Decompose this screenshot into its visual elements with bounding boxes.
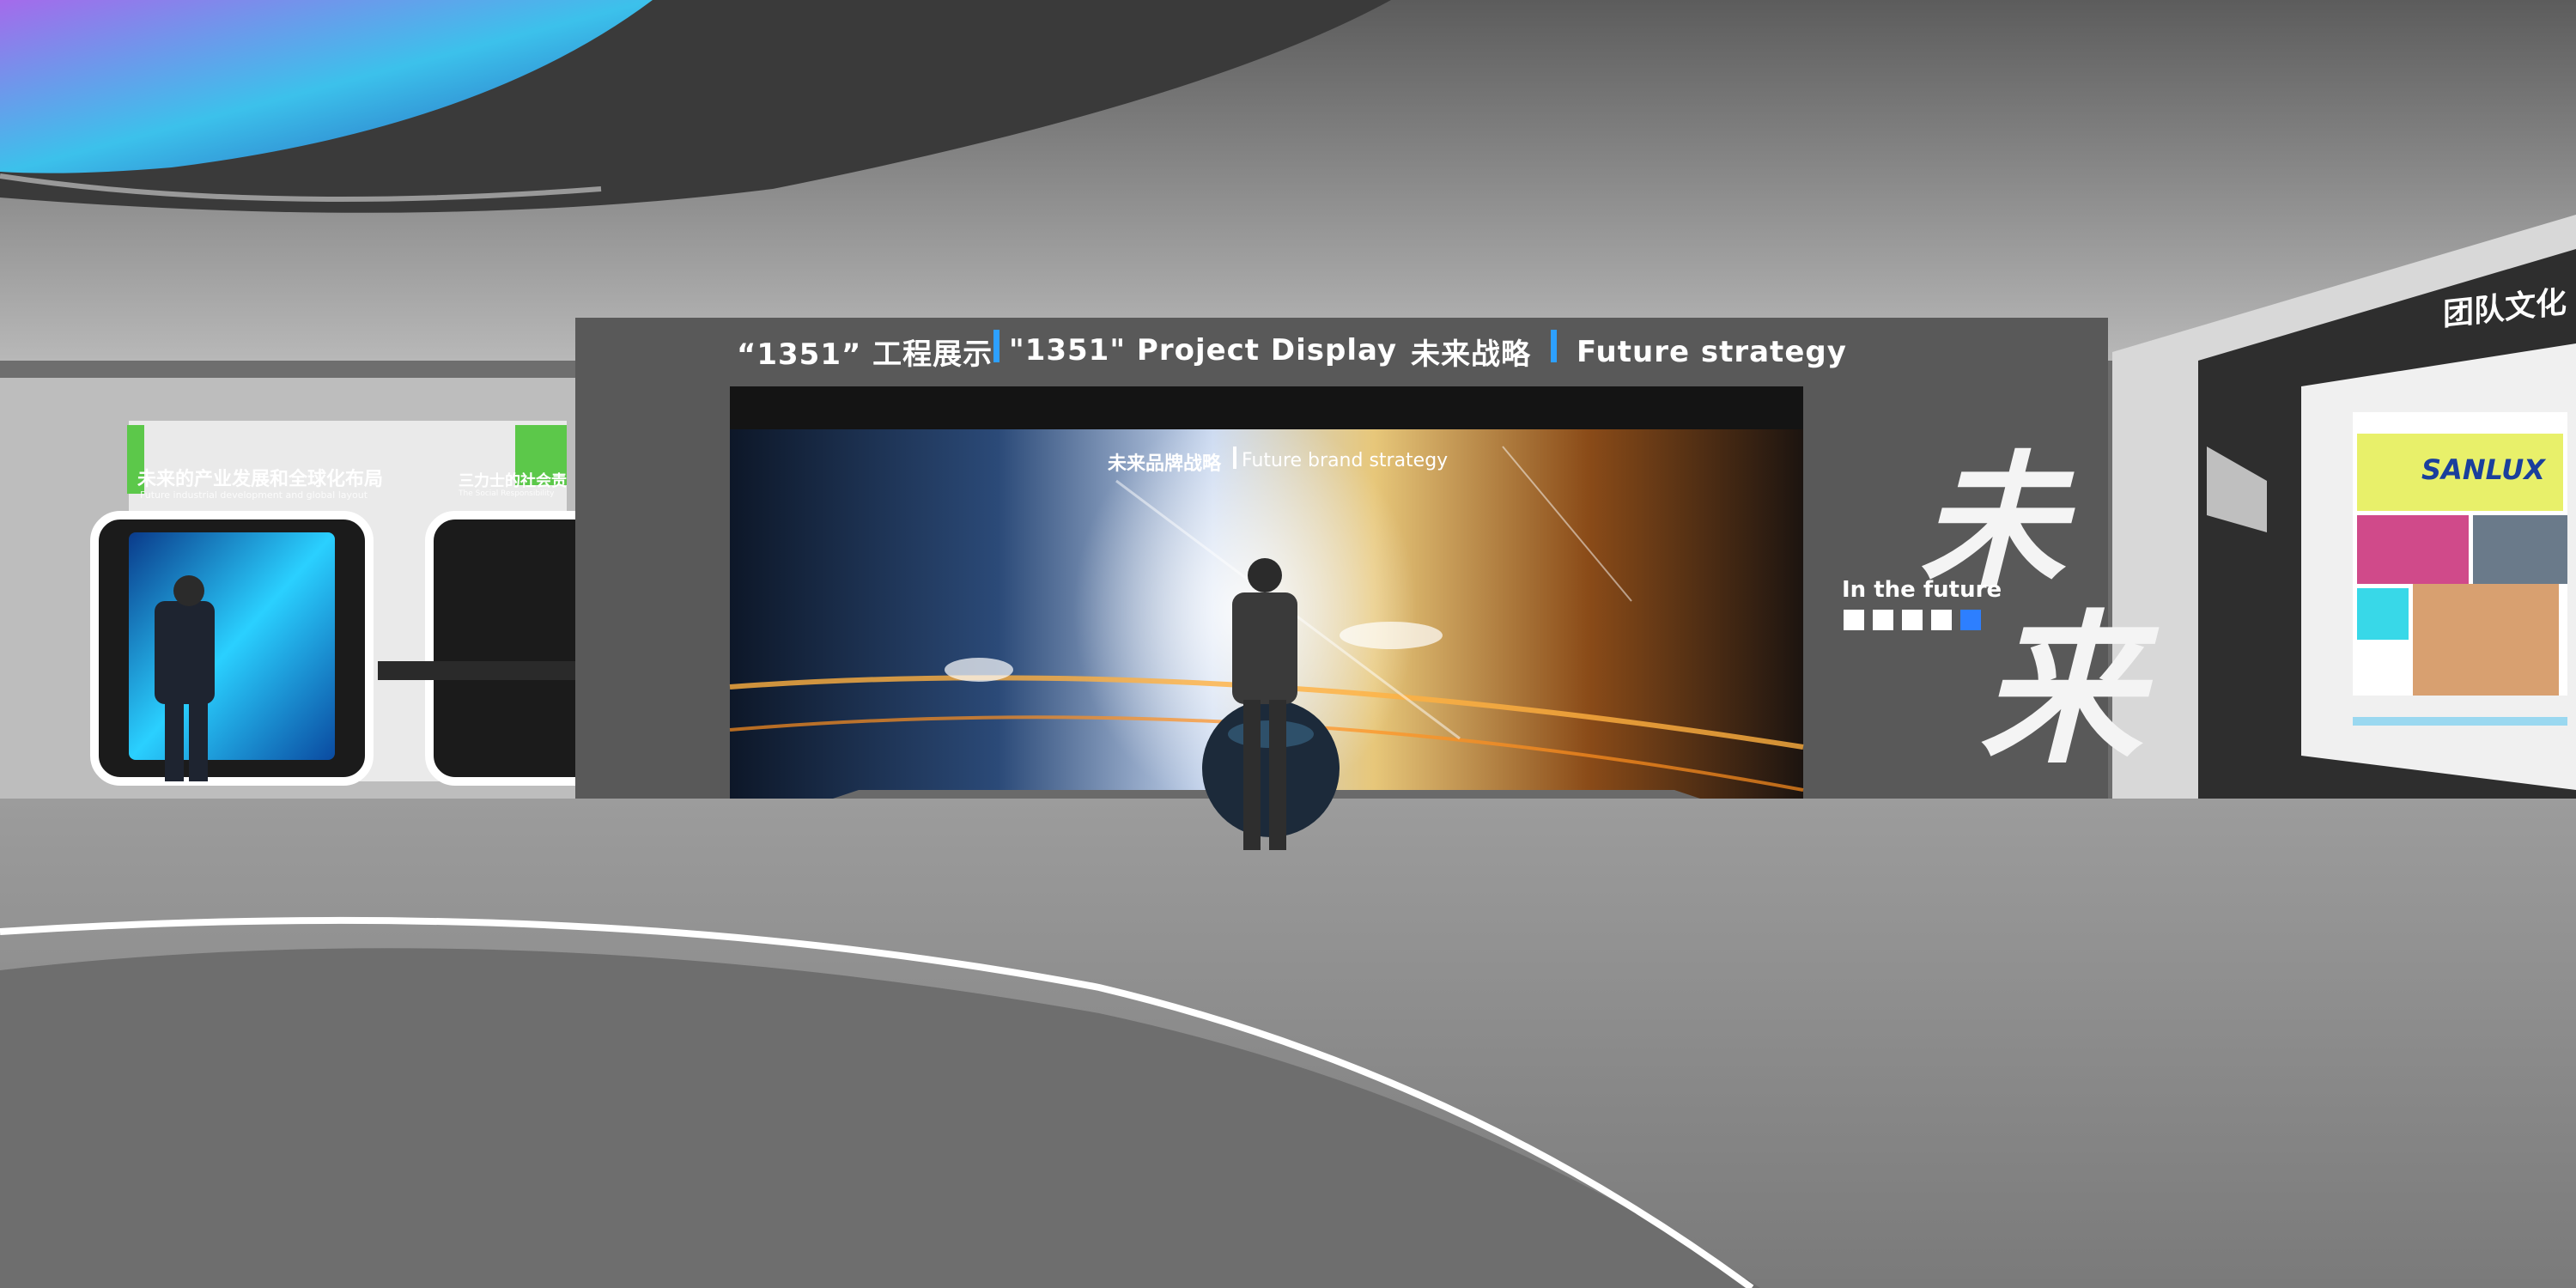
hall-background [0,0,2576,1288]
future-strategy-en: Future strategy [1577,335,1847,369]
left-panel-title-cn: 未来的产业发展和全球化布局 [137,469,384,490]
screen-title-divider [1233,447,1236,469]
left-panel-title-en: Future industrial development and global… [140,489,368,501]
accent-bar-2 [1551,330,1557,362]
sanlux-logo: SANLUX [2421,453,2545,486]
exhibition-hall-scene: “1351” 工程展示 "1351" Project Display 未来战略 … [0,0,2576,1288]
left-panel2-title-en: The Social Responsibility [459,489,555,498]
future-square-5 [1960,610,1981,630]
project-display-en: "1351" Project Display [1009,333,1398,368]
future-square-4 [1931,610,1952,630]
future-strategy-cn: 未来战略 [1411,337,1531,372]
future-calligraphy-2: 来 [1979,594,2143,786]
screen-title-en: Future brand strategy [1242,450,1449,471]
future-square-3 [1902,610,1923,630]
future-square-1 [1844,610,1864,630]
left-panel2-title-cn: 三力士的社会责 [459,472,567,490]
project-display-cn: “1351” 工程展示 [737,337,993,372]
screen-title-cn: 未来品牌战略 [1108,453,1222,475]
future-square-2 [1873,610,1893,630]
in-the-future-label: In the future [1842,577,2002,603]
accent-bar-1 [993,330,999,362]
